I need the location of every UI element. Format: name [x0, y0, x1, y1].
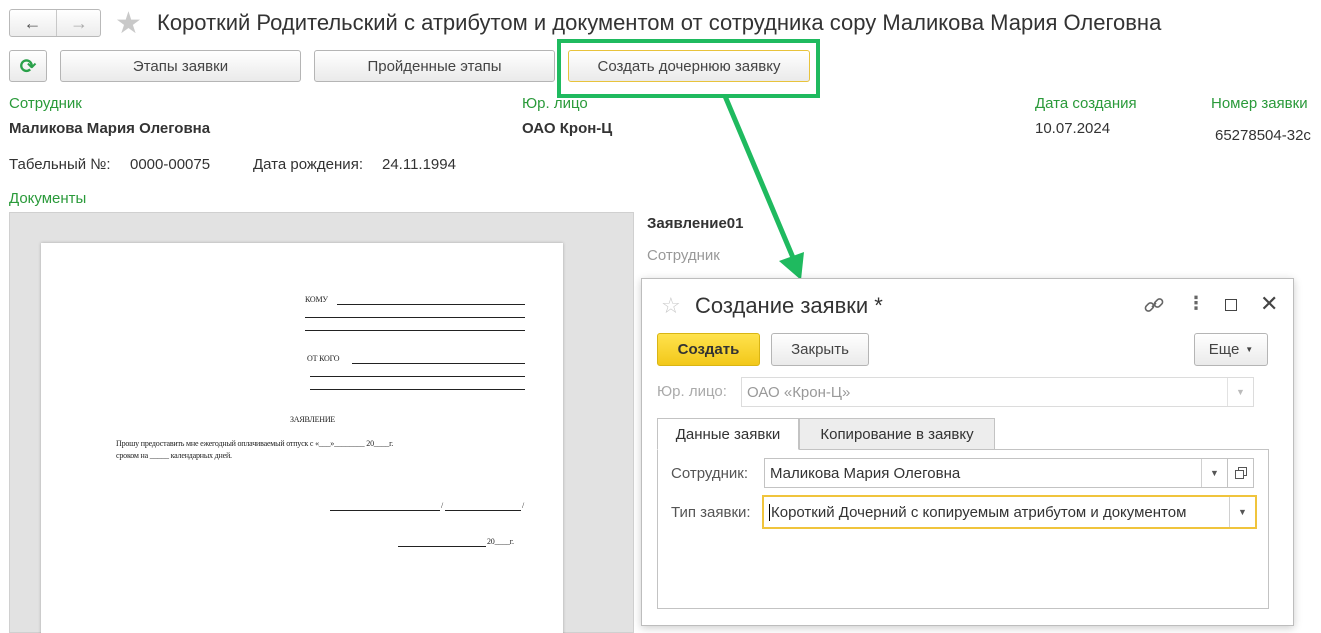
paper-sign-slash: /	[441, 501, 444, 510]
paper-rule	[305, 330, 525, 331]
chevron-down-icon[interactable]: ▼	[1201, 459, 1227, 487]
paper-rule	[330, 510, 440, 511]
maximize-icon[interactable]	[1225, 299, 1237, 311]
request-type-label: Тип заявки:	[671, 504, 751, 521]
request-number-value: 65278504-32c	[1215, 127, 1311, 144]
employee-field-label: Сотрудник:	[671, 465, 749, 482]
favorite-star-icon[interactable]: ★	[115, 9, 142, 39]
employee-label: Сотрудник	[9, 95, 82, 112]
nav-buttons: ← →	[9, 9, 101, 37]
document-page: КОМУ ОТ КОГО ЗАЯВЛЕНИЕ Прошу предоставит…	[41, 243, 563, 633]
paper-rule	[337, 304, 525, 305]
paper-rule	[305, 317, 525, 318]
chevron-down-icon: ▼	[1227, 378, 1253, 406]
create-button[interactable]: Создать	[657, 333, 760, 366]
paper-rule	[398, 546, 486, 547]
window-title: Короткий Родительский с атрибутом и доку…	[157, 10, 1162, 35]
open-employee-button[interactable]	[1227, 458, 1254, 488]
paper-rule	[445, 510, 521, 511]
chevron-down-icon[interactable]: ▼	[1229, 497, 1255, 527]
paper-to: КОМУ	[305, 295, 328, 304]
request-type-value: Короткий Дочерний с копируемым атрибутом…	[769, 503, 1227, 521]
legal-entity-value: ОАО Крон-Ц	[522, 120, 613, 137]
legal-entity-field: ОАО «Крон-Ц» ▼	[741, 377, 1254, 407]
more-vertical-icon[interactable]: ⋮	[1187, 293, 1205, 314]
tab-copy-to-request[interactable]: Копирование в заявку	[799, 418, 995, 450]
stages-button[interactable]: Этапы заявки	[60, 50, 301, 82]
more-button-label: Еще	[1208, 341, 1240, 358]
create-request-dialog: ☆ Создание заявки * ⋮ ✕ Создать Закрыть …	[641, 278, 1294, 626]
request-number-label: Номер заявки	[1211, 95, 1308, 112]
paper-line-2: сроком на _____ календарных дней.	[116, 451, 232, 460]
created-date-value: 10.07.2024	[1035, 120, 1111, 137]
document-subtitle: Сотрудник	[647, 247, 720, 264]
employee-field-value: Маликова Мария Олеговна	[770, 464, 961, 482]
paper-line-1: Прошу предоставить мне ежегодный оплачив…	[116, 439, 394, 448]
close-button[interactable]: Закрыть	[771, 333, 869, 366]
birth-date-label: Дата рождения:	[253, 156, 363, 173]
arrow-right-icon: →	[70, 12, 88, 33]
more-button[interactable]: Еще ▼	[1194, 333, 1268, 366]
employee-value: Маликова Мария Олеговна	[9, 120, 211, 137]
paper-rule	[352, 363, 525, 364]
dialog-title: Создание заявки *	[695, 293, 883, 318]
forward-button[interactable]: →	[56, 10, 101, 36]
passed-stages-button[interactable]: Пройденные этапы	[314, 50, 555, 82]
documents-label: Документы	[9, 190, 87, 207]
link-icon[interactable]	[1143, 294, 1165, 316]
document-preview[interactable]: КОМУ ОТ КОГО ЗАЯВЛЕНИЕ Прошу предоставит…	[9, 212, 634, 633]
paper-heading: ЗАЯВЛЕНИЕ	[290, 415, 336, 424]
refresh-button[interactable]: ⟳	[9, 50, 47, 82]
document-title: Заявление01	[647, 215, 744, 232]
favorite-star-icon[interactable]: ☆	[661, 293, 681, 319]
request-type-field[interactable]: Короткий Дочерний с копируемым атрибутом…	[762, 495, 1257, 529]
birth-date-value: 24.11.1994	[382, 156, 456, 173]
tab-request-data[interactable]: Данные заявки	[657, 418, 799, 450]
paper-from: ОТ КОГО	[307, 354, 340, 363]
legal-entity-label: Юр. лицо:	[657, 383, 727, 400]
arrow-left-icon: ←	[23, 12, 42, 33]
created-date-label: Дата создания	[1035, 95, 1137, 112]
chevron-down-icon: ▼	[1245, 345, 1254, 354]
back-button[interactable]: ←	[10, 10, 55, 36]
paper-date: 20____г.	[487, 537, 514, 546]
paper-sign-slash: /	[522, 501, 525, 510]
employee-field[interactable]: Маликова Мария Олеговна ▼	[764, 458, 1228, 488]
legal-entity-label: Юр. лицо	[522, 95, 588, 112]
tab-number-value: 0000-00075	[130, 156, 211, 173]
paper-rule	[310, 389, 525, 390]
create-child-request-button[interactable]: Создать дочернюю заявку	[568, 50, 810, 82]
tab-number-label: Табельный №:	[9, 156, 111, 173]
open-icon	[1234, 467, 1247, 479]
refresh-icon: ⟳	[19, 55, 37, 78]
close-icon[interactable]: ✕	[1260, 291, 1278, 317]
legal-entity-value: ОАО «Крон-Ц»	[747, 383, 851, 401]
paper-rule	[310, 376, 525, 377]
